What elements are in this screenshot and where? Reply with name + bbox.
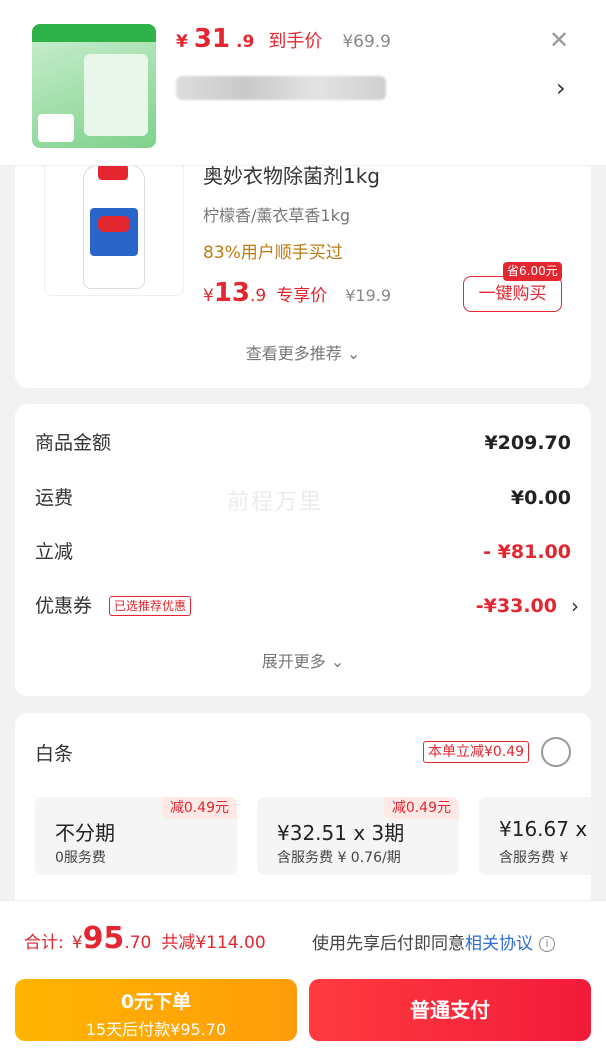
pay-later-title: 0元下单	[120, 991, 192, 1013]
baitiao-radio[interactable]	[541, 737, 571, 767]
shipping-value: ¥0.00	[510, 487, 571, 509]
product-header: ¥31.9 到手价 ¥69.9 ✕ ›	[0, 0, 606, 166]
blurred-product-title	[176, 76, 386, 100]
info-icon[interactable]: i	[539, 936, 555, 952]
price-tag: 到手价	[268, 31, 323, 52]
save-badge: 省6.00元	[503, 262, 562, 281]
coupon-label: 优惠券	[35, 595, 93, 617]
coupon-tag: 已选推荐优惠	[109, 596, 192, 616]
price-decimal: .9	[250, 286, 267, 306]
goods-amount-label: 商品金额	[35, 432, 112, 454]
close-icon[interactable]: ✕	[545, 26, 573, 54]
goods-amount-row: 商品金额 ¥209.70	[35, 428, 571, 458]
original-price: ¥69.9	[342, 32, 391, 52]
plan-discount-tag: 减0.49元	[383, 797, 459, 819]
price-tag: 专享价	[276, 286, 328, 306]
installment-option[interactable]: ¥16.67 x 含服务费 ¥	[479, 797, 591, 875]
chevron-right-icon[interactable]: ›	[571, 591, 579, 621]
checkout-bar: 合计: ¥ 95 .70 共减¥114.00 使用先享后付即同意相关协议 i 0元…	[0, 900, 606, 1060]
one-click-buy-button[interactable]: 一键购买	[463, 276, 562, 312]
total-saved: 共减¥114.00	[161, 933, 266, 953]
discount-value: - ¥81.00	[483, 541, 571, 563]
plan-subtitle: 含服务费 ¥	[499, 850, 569, 866]
baitiao-title: 白条	[35, 743, 74, 765]
agreement-text: 使用先享后付即同意相关协议 i	[312, 929, 555, 954]
installment-option[interactable]: 减0.49元 不分期 0服务费	[35, 797, 237, 875]
goods-amount-value: ¥209.70	[484, 432, 571, 454]
coupon-row[interactable]: 优惠券 已选推荐优惠 -¥33.00 ›	[35, 591, 579, 621]
agreement-link[interactable]: 相关协议	[465, 934, 533, 954]
product-thumbnail[interactable]	[32, 24, 156, 148]
price-symbol: ¥	[203, 286, 214, 306]
baitiao-discount-tag: 本单立减¥0.49	[423, 741, 530, 763]
agreement-label: 使用先享后付即同意	[312, 934, 465, 954]
amount-summary-card: 前程万里 商品金额 ¥209.70 运费 ¥0.00 立减 - ¥81.00 优…	[15, 404, 591, 696]
plan-subtitle: 0服务费	[55, 850, 106, 866]
plan-title: ¥16.67 x	[499, 817, 588, 841]
price-integer: 31	[193, 24, 231, 54]
total-decimal: .70	[124, 933, 152, 953]
recommendation-price: ¥13.9 专享价 ¥19.9	[203, 278, 391, 308]
more-recommendations-link[interactable]: 查看更多推荐 ⌄	[15, 340, 591, 364]
header-price: ¥31.9 到手价 ¥69.9	[176, 24, 391, 54]
discount-label: 立减	[35, 541, 74, 563]
installment-option[interactable]: 减0.49元 ¥32.51 x 3期 含服务费 ¥ 0.76/期	[257, 797, 459, 875]
original-price: ¥19.9	[345, 286, 392, 305]
recommendation-image[interactable]	[44, 156, 184, 296]
chevron-right-icon[interactable]: ›	[556, 74, 566, 102]
price-integer: 13	[213, 278, 251, 308]
plan-title: ¥32.51 x 3期	[277, 821, 405, 845]
recommendation-bought-rate: 83%用户顺手买过	[203, 243, 343, 263]
total-symbol: ¥	[71, 933, 83, 953]
pay-later-button[interactable]: 0元下单 15天后付款¥95.70	[15, 979, 297, 1041]
plan-title: 不分期	[55, 821, 115, 845]
plan-discount-tag: 减0.49元	[161, 797, 237, 819]
coupon-value: -¥33.00	[475, 595, 557, 617]
price-decimal: .9	[236, 32, 255, 52]
total-label: 合计:	[24, 933, 64, 953]
shipping-row: 运费 ¥0.00	[35, 483, 571, 513]
recommendation-spec: 柠檬香/薰衣草香1kg	[203, 206, 350, 225]
discount-row: 立减 - ¥81.00	[35, 537, 571, 567]
expand-more-link[interactable]: 展开更多 ⌄	[15, 648, 591, 672]
total-integer: 95	[82, 921, 125, 956]
order-total: 合计: ¥ 95 .70 共减¥114.00	[24, 921, 266, 956]
plan-subtitle: 含服务费 ¥ 0.76/期	[277, 850, 401, 866]
price-symbol: ¥	[176, 32, 188, 52]
normal-pay-button[interactable]: 普通支付	[309, 979, 591, 1041]
pay-later-subtitle: 15天后付款¥95.70	[85, 1020, 227, 1039]
shipping-label: 运费	[35, 487, 74, 509]
